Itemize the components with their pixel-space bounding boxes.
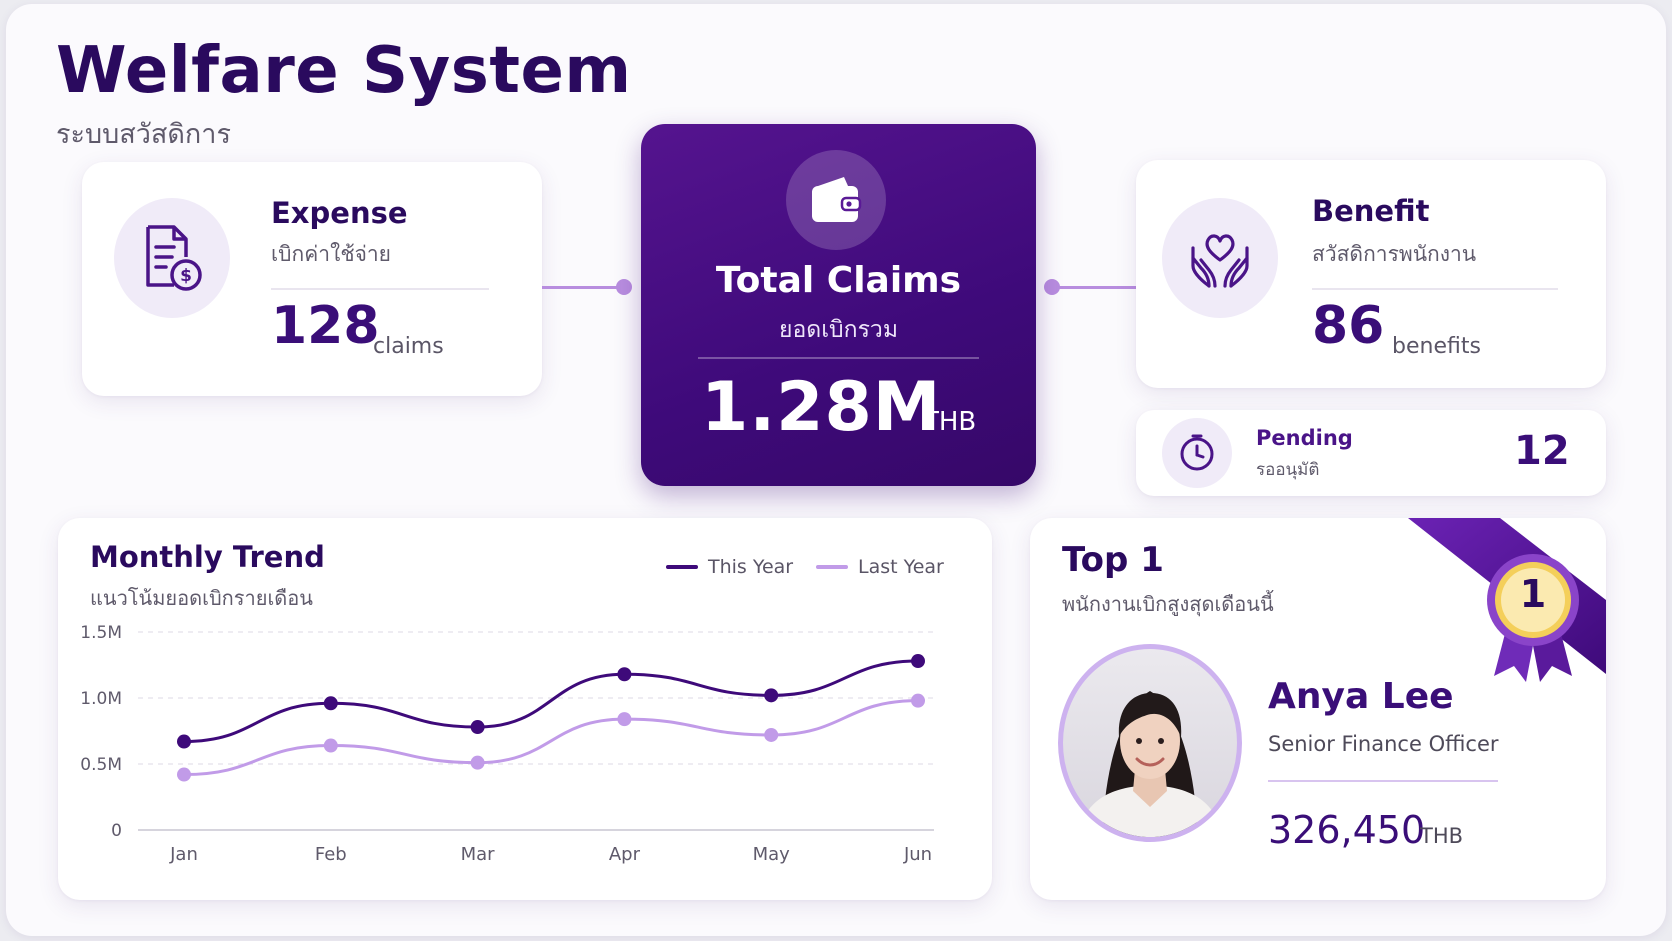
data-point-last-year [323,738,338,753]
expense-icon-circle: $ [114,198,230,318]
data-point-this-year [764,688,779,703]
total-value: 1.28M [701,368,942,447]
svg-text:$: $ [180,266,192,286]
clock-icon [1180,434,1214,471]
benefit-unit: benefits [1392,334,1481,359]
data-point-last-year [470,755,485,770]
benefit-icon-circle [1162,198,1278,318]
medal-rank: 1 [1519,572,1547,616]
y-tick-label: 0.5M [80,755,122,775]
benefit-card[interactable]: Benefit สวัสดิการพนักงาน 86 benefits [1136,160,1606,388]
wallet-icon [812,177,862,222]
data-point-this-year [911,654,925,669]
x-tick-label: Apr [609,844,641,865]
benefit-subtitle: สวัสดิการพนักงาน [1312,242,1477,266]
person-photo-icon [1077,691,1223,837]
employee-amount: 326,450 [1268,808,1426,852]
series-line-this-year [183,659,919,744]
total-unit: THB [923,407,977,437]
pending-title: Pending [1256,426,1353,450]
total-icon-circle [786,150,886,250]
expense-subtitle: เบิกค่าใช้จ่าย [271,242,391,266]
data-point-last-year [617,712,632,727]
data-point-this-year [470,720,485,735]
y-tick-label: 1.0M [80,689,122,709]
data-point-this-year [617,667,632,682]
expense-divider [271,288,489,290]
data-point-last-year [177,767,191,782]
employee-amount-unit: THB [1420,824,1464,848]
x-tick-label: Jan [169,844,198,865]
benefit-value: 86 [1312,296,1385,356]
total-divider [698,357,979,359]
hands-heart-icon [1191,234,1249,288]
x-tick-label: Jun [903,844,932,865]
expense-title: Expense [271,196,408,230]
data-point-this-year [323,696,338,711]
page-subtitle: ระบบสวัสดิการ [56,119,231,150]
page-title: Welfare System [56,34,632,108]
employee-role: Senior Finance Officer [1268,732,1499,756]
expense-value: 128 [271,296,380,356]
x-tick-label: Mar [461,844,496,865]
data-point-last-year [911,693,925,708]
y-tick-label: 0 [111,821,122,841]
top-title: Top 1 [1062,540,1164,580]
monthly-trend-chart: 0 0.5M 1.0M 1.5M Jan Feb Mar Apr May Jun [80,623,934,865]
total-claims-card[interactable]: Total Claims ยอดเบิกรวม 1.28M THB [641,124,1036,486]
expense-unit: claims [373,334,444,359]
y-tick-label: 1.5M [80,623,122,643]
pending-card[interactable]: Pending รออนุมัติ 12 [1136,410,1606,496]
top-subtitle: พนักงานเบิกสูงสุดเดือนนี้ [1062,592,1274,616]
x-tick-label: Feb [315,844,347,865]
employee-name: Anya Lee [1268,676,1454,717]
document-dollar-icon: $ [146,225,202,291]
connector-dot-right [1044,279,1060,295]
benefit-title: Benefit [1312,194,1430,228]
pending-icon-circle [1162,418,1232,488]
employee-divider [1268,780,1498,782]
connector-right [1052,286,1136,289]
expense-card[interactable]: $ Expense เบิกค่าใช้จ่าย 128 claims [82,162,542,396]
data-point-last-year [764,727,779,742]
x-tick-label: May [753,844,791,865]
total-title: Total Claims [715,260,962,301]
benefit-divider [1312,288,1558,290]
pending-subtitle: รออนุมัติ [1256,460,1320,480]
total-subtitle: ยอดเบิกรวม [778,317,899,343]
data-point-this-year [177,734,191,749]
employee-avatar[interactable] [1058,644,1242,842]
pending-value: 12 [1514,428,1570,474]
monthly-trend-card: Monthly Trend แนวโน้มยอดเบิกรายเดือน Thi… [58,518,992,900]
connector-dot-left [616,279,632,295]
